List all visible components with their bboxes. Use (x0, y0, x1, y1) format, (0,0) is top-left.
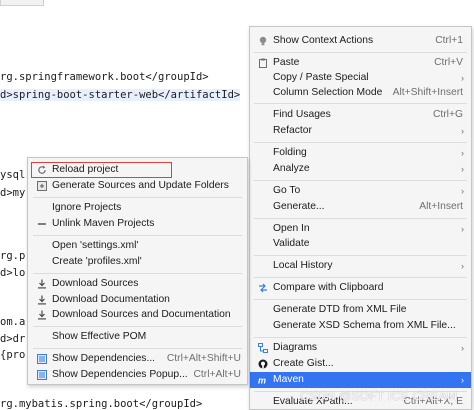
menu-separator (33, 197, 242, 198)
reload-icon (37, 165, 47, 175)
menu-item-generate-dtd[interactable]: Generate DTD from XML File (250, 302, 471, 318)
download-icon (37, 310, 47, 320)
download-icon (37, 295, 47, 305)
menu-item-generate-sources[interactable]: Generate Sources and Update Folders (28, 178, 247, 194)
menu-item-refactor[interactable]: Refactor › (250, 123, 471, 139)
menu-item-show-context-actions[interactable]: Show Context Actions Ctrl+1 (250, 33, 471, 49)
github-icon (258, 359, 268, 369)
code-line: ysql (0, 169, 26, 181)
menu-separator (254, 180, 467, 181)
menu-item-show-dependencies-popup[interactable]: Show Dependencies Popup... Ctrl+Alt+U (28, 367, 247, 383)
menu-item-generate-xsd[interactable]: Generate XSD Schema from XML File... (250, 318, 471, 334)
menu-separator (254, 218, 467, 219)
menu-item-maven[interactable]: m Maven › (250, 372, 471, 388)
chevron-right-icon: › (461, 73, 464, 83)
menu-item-diagrams[interactable]: Diagrams › (250, 340, 471, 356)
code-line: rg.springframework.boot</groupId> (0, 71, 209, 83)
watermark: CSDN @SOFT ICE CREAM (300, 389, 458, 403)
compare-icon (258, 283, 268, 293)
menu-separator (33, 235, 242, 236)
menu-item-create-gist[interactable]: Create Gist... (250, 356, 471, 372)
code-line: d>dr (0, 333, 26, 345)
chevron-right-icon: › (461, 186, 464, 196)
menu-item-open-settings-xml[interactable]: Open 'settings.xml' (28, 238, 247, 254)
menu-item-paste[interactable]: Paste Ctrl+V (250, 55, 471, 71)
menu-separator (33, 273, 242, 274)
menu-separator (254, 277, 467, 278)
editor-tab-fragment (0, 0, 44, 6)
menu-item-ignore-projects[interactable]: Ignore Projects (28, 200, 247, 216)
chevron-right-icon: › (461, 164, 464, 174)
chevron-right-icon: › (461, 375, 464, 385)
chevron-right-icon: › (461, 126, 464, 136)
menu-item-unlink-maven-projects[interactable]: Unlink Maven Projects (28, 216, 247, 232)
menu-item-show-dependencies[interactable]: Show Dependencies... Ctrl+Alt+Shift+U (28, 351, 247, 367)
menu-item-local-history[interactable]: Local History › (250, 258, 471, 274)
code-line: d>lo (0, 267, 26, 279)
menu-item-generate[interactable]: Generate... Alt+Insert (250, 199, 471, 215)
code-line: d>spring-boot-starter-web</artifactId> (0, 89, 241, 101)
diagram-icon (258, 343, 268, 353)
menu-item-folding[interactable]: Folding › (250, 145, 471, 161)
code-line: rg.p (0, 250, 26, 262)
menu-item-find-usages[interactable]: Find Usages Ctrl+G (250, 107, 471, 123)
maven-submenu: Reload project Generate Sources and Upda… (27, 157, 248, 385)
clipboard-icon (258, 58, 268, 68)
chevron-right-icon: › (461, 261, 464, 271)
download-icon (37, 279, 47, 289)
menu-item-go-to[interactable]: Go To › (250, 183, 471, 199)
menu-separator (254, 142, 467, 143)
maven-icon: m (258, 375, 268, 386)
lightbulb-icon (258, 36, 268, 46)
menu-separator (254, 52, 467, 53)
menu-item-show-effective-pom[interactable]: Show Effective POM (28, 329, 247, 345)
editor-context-menu: Show Context Actions Ctrl+1 Paste Ctrl+V… (249, 26, 472, 410)
chevron-right-icon: › (461, 224, 464, 234)
menu-item-analyze[interactable]: Analyze › (250, 161, 471, 177)
menu-item-download-sources[interactable]: Download Sources (28, 276, 247, 292)
code-line: rg.mybatis.spring.boot</groupId> (0, 398, 203, 410)
menu-separator (33, 326, 242, 327)
menu-item-create-profiles-xml[interactable]: Create 'profiles.xml' (28, 254, 247, 270)
menu-item-download-sources-and-documentation[interactable]: Download Sources and Documentation (28, 307, 247, 323)
chevron-right-icon: › (461, 148, 464, 158)
minus-icon (37, 219, 47, 229)
dependencies-icon (37, 354, 47, 364)
svg-text:m: m (258, 376, 266, 386)
dependencies-icon (37, 370, 47, 380)
menu-item-column-selection-mode[interactable]: Column Selection Mode Alt+Shift+Insert (250, 85, 471, 101)
chevron-right-icon: › (461, 343, 464, 353)
code-line: {pro (0, 349, 26, 361)
menu-item-reload-project[interactable]: Reload project (28, 162, 247, 178)
menu-item-copy-paste-special[interactable]: Copy / Paste Special › (250, 70, 471, 86)
menu-separator (254, 103, 467, 104)
menu-item-compare-with-clipboard[interactable]: Compare with Clipboard (250, 280, 471, 296)
code-line: om.a (0, 316, 26, 328)
menu-item-download-documentation[interactable]: Download Documentation (28, 292, 247, 308)
generate-sources-icon (37, 181, 47, 191)
menu-separator (254, 337, 467, 338)
menu-item-validate[interactable]: Validate (250, 236, 471, 252)
menu-item-open-in[interactable]: Open In › (250, 221, 471, 237)
menu-separator (254, 299, 467, 300)
code-line: d>my (0, 187, 26, 199)
menu-separator (33, 348, 242, 349)
menu-separator (254, 255, 467, 256)
